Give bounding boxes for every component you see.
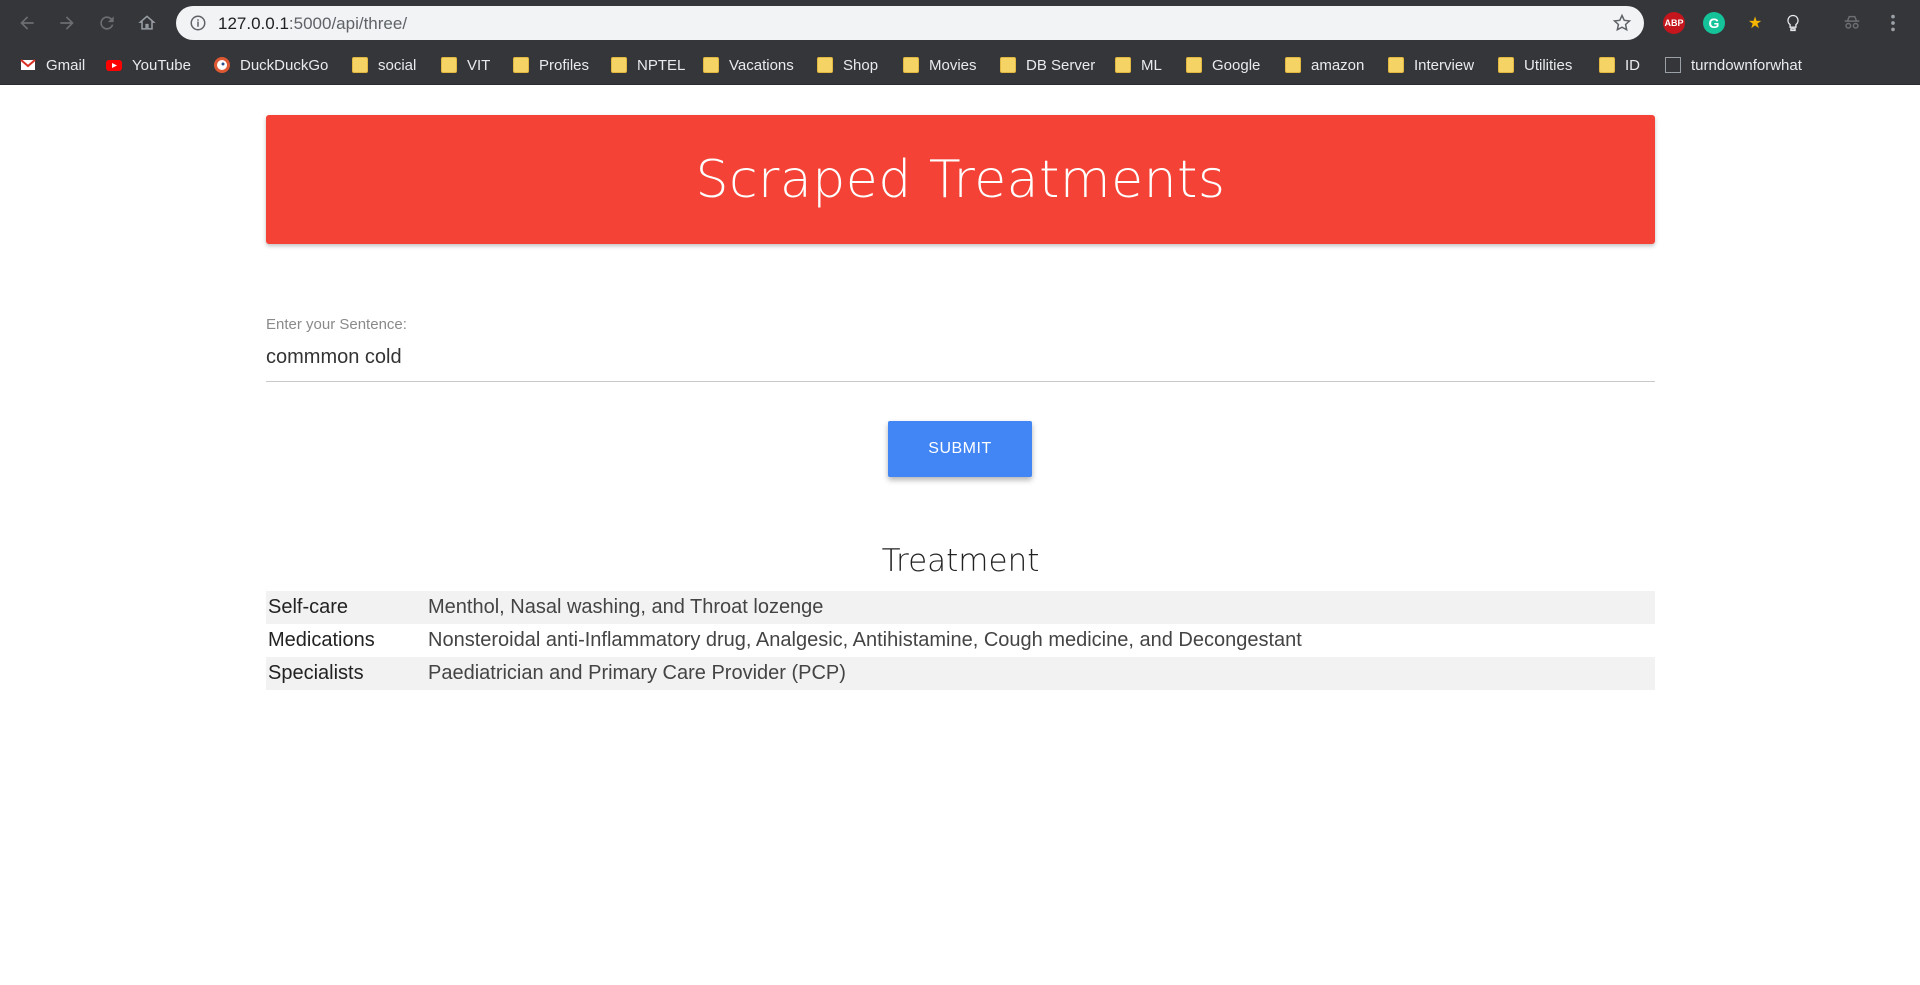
bookmark-youtube[interactable]: YouTube xyxy=(106,54,191,76)
bookmark-label: ID xyxy=(1625,56,1640,74)
treatment-details: Menthol, Nasal washing, and Throat lozen… xyxy=(428,596,824,618)
extension-star-icon[interactable]: ★ xyxy=(1744,12,1766,34)
info-icon[interactable] xyxy=(189,14,207,32)
treatment-category: Self-care xyxy=(268,596,349,618)
bookmark-folder-google[interactable]: Google xyxy=(1186,54,1260,76)
lightbulb-extension-icon[interactable] xyxy=(1782,12,1804,34)
bookmark-gmail[interactable]: Gmail xyxy=(20,54,85,76)
folder-icon xyxy=(903,57,919,73)
bookmark-label: Profiles xyxy=(539,56,590,74)
forward-arrow-icon xyxy=(60,16,74,30)
reload-icon xyxy=(100,16,114,30)
folder-icon xyxy=(352,57,368,73)
bookmark-label: DB Server xyxy=(1026,56,1096,74)
folder-icon xyxy=(1000,57,1016,73)
bookmark-label: Movies xyxy=(929,56,977,74)
folder-icon xyxy=(1186,57,1202,73)
sentence-label: Enter your Sentence: xyxy=(266,316,407,333)
treatment-details: Paediatrician and Primary Care Provider … xyxy=(428,662,846,684)
table-row: Medications Nonsteroidal anti-Inflammato… xyxy=(266,624,1655,657)
header-banner: Scraped Treatments xyxy=(266,115,1655,244)
treatment-category: Specialists xyxy=(268,662,364,684)
bookmark-label: ML xyxy=(1141,56,1162,74)
sentence-input[interactable] xyxy=(266,338,1655,382)
bookmark-turndownforwhat[interactable]: turndownforwhat xyxy=(1665,54,1802,76)
folder-icon xyxy=(1599,57,1615,73)
gmail-icon xyxy=(20,59,36,70)
folder-icon xyxy=(513,57,529,73)
grammarly-icon[interactable]: G xyxy=(1703,12,1725,34)
bookmark-label: Utilities xyxy=(1524,56,1573,74)
incognito-icon[interactable] xyxy=(1841,12,1863,34)
url-path: :5000/api/three/ xyxy=(288,14,408,33)
url-text[interactable]: 127.0.0.1:5000/api/three/ xyxy=(218,14,407,34)
bookmark-folder-ml[interactable]: ML xyxy=(1115,54,1162,76)
bookmark-label: social xyxy=(378,56,417,74)
folder-icon xyxy=(1285,57,1301,73)
bookmark-label: Shop xyxy=(843,56,879,74)
youtube-icon xyxy=(106,60,122,71)
home-button[interactable] xyxy=(134,10,160,36)
bookmark-label: Gmail xyxy=(46,56,86,74)
folder-icon xyxy=(1115,57,1131,73)
bookmark-label: Vacations xyxy=(729,56,794,74)
bookmark-folder-vit[interactable]: VIT xyxy=(441,54,490,76)
folder-icon xyxy=(817,57,833,73)
folder-icon xyxy=(611,57,627,73)
bookmark-label: YouTube xyxy=(132,56,191,74)
bookmark-star-icon[interactable] xyxy=(1612,13,1632,33)
page-title: Scraped Treatments xyxy=(695,149,1226,210)
adblock-plus-icon[interactable]: ABP xyxy=(1663,12,1685,34)
menu-kebab-icon[interactable] xyxy=(1882,12,1904,34)
table-row: Specialists Paediatrician and Primary Ca… xyxy=(266,657,1655,690)
submit-button[interactable]: SUBMIT xyxy=(888,421,1032,477)
address-bar[interactable]: 127.0.0.1:5000/api/three/ xyxy=(176,6,1644,40)
folder-icon xyxy=(441,57,457,73)
url-host: 127.0.0.1 xyxy=(218,14,289,33)
folder-icon xyxy=(703,57,719,73)
bookmark-folder-db-server[interactable]: DB Server xyxy=(1000,54,1095,76)
bookmark-label: NPTEL xyxy=(637,56,686,74)
bookmark-folder-nptel[interactable]: NPTEL xyxy=(611,54,685,76)
bookmark-folder-vacations[interactable]: Vacations xyxy=(703,54,794,76)
bookmark-folder-amazon[interactable]: amazon xyxy=(1285,54,1364,76)
bookmark-label: Google xyxy=(1212,56,1261,74)
bookmark-folder-social[interactable]: social xyxy=(352,54,416,76)
back-arrow-icon xyxy=(20,16,34,30)
bookmark-folder-profiles[interactable]: Profiles xyxy=(513,54,589,76)
bookmark-label: Interview xyxy=(1414,56,1475,74)
treatment-category: Medications xyxy=(268,629,375,651)
folder-icon xyxy=(1388,57,1404,73)
bookmark-folder-interview[interactable]: Interview xyxy=(1388,54,1474,76)
bookmark-folder-id[interactable]: ID xyxy=(1599,54,1640,76)
bookmark-folder-movies[interactable]: Movies xyxy=(903,54,977,76)
sentence-field: Enter your Sentence: xyxy=(266,316,1655,382)
treatment-details: Nonsteroidal anti-Inflammatory drug, Ana… xyxy=(428,629,1302,651)
duckduckgo-icon xyxy=(214,57,230,73)
table-row: Self-care Menthol, Nasal washing, and Th… xyxy=(266,591,1655,624)
forward-button[interactable] xyxy=(54,10,80,36)
treatment-table: Self-care Menthol, Nasal washing, and Th… xyxy=(266,591,1655,690)
bookmarks-bar: Gmail YouTube DuckDuckGo social VIT Prof… xyxy=(0,46,1920,85)
bookmark-label: turndownforwhat xyxy=(1691,56,1802,74)
bookmark-duckduckgo[interactable]: DuckDuckGo xyxy=(214,54,328,76)
bookmark-folder-shop[interactable]: Shop xyxy=(817,54,878,76)
bookmark-label: amazon xyxy=(1311,56,1365,74)
bookmark-label: DuckDuckGo xyxy=(240,56,329,74)
folder-icon xyxy=(1498,57,1514,73)
bookmark-folder-utilities[interactable]: Utilities xyxy=(1498,54,1572,76)
back-button[interactable] xyxy=(14,10,40,36)
reload-button[interactable] xyxy=(94,10,120,36)
browser-toolbar: 127.0.0.1:5000/api/three/ ABP G ★ xyxy=(0,0,1920,46)
home-icon xyxy=(138,15,156,30)
treatment-heading: Treatment xyxy=(881,543,1040,579)
page-icon xyxy=(1665,57,1681,73)
bookmark-label: VIT xyxy=(467,56,491,74)
